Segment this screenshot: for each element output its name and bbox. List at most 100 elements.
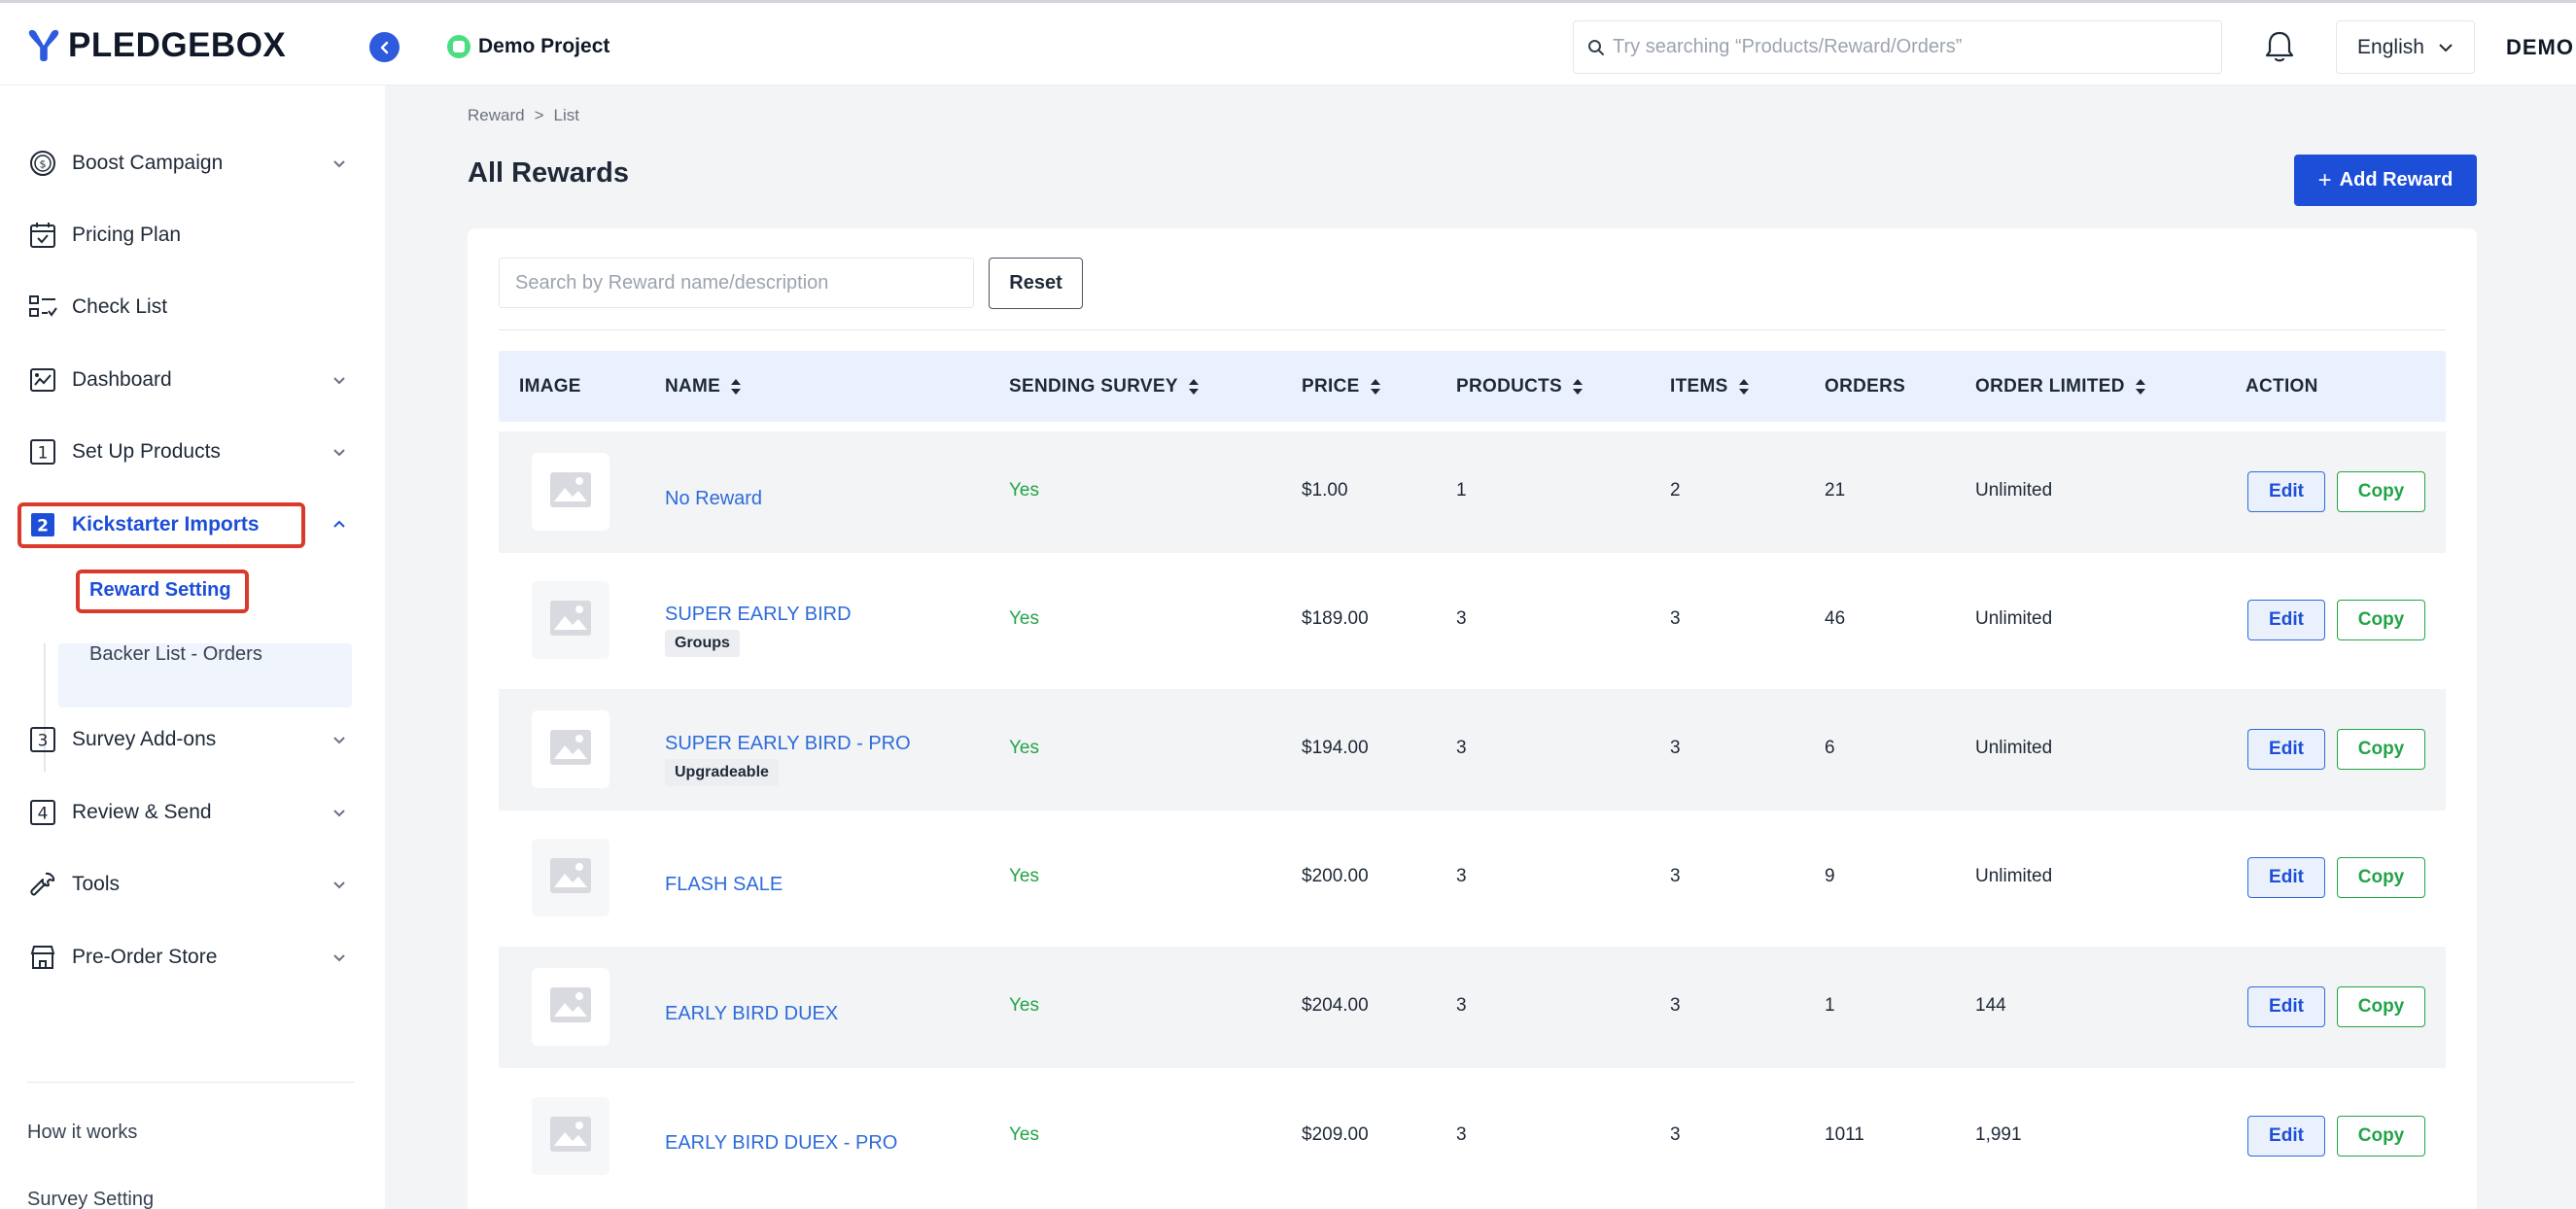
- price-value: $189.00: [1302, 608, 1369, 629]
- user-menu[interactable]: DEMO: [2506, 35, 2574, 60]
- column-header-order-limited[interactable]: ORDER LIMITED: [1975, 351, 2146, 422]
- sidebar-item-dashboard[interactable]: Dashboard: [27, 359, 348, 401]
- copy-button[interactable]: Copy: [2337, 1116, 2425, 1157]
- sidebar-item-boost-campaign[interactable]: $ Boost Campaign: [27, 142, 348, 185]
- orders-value: 1011: [1825, 1124, 1864, 1145]
- reward-name-link[interactable]: EARLY BIRD DUEX: [665, 1003, 838, 1025]
- table-row: SUPER EARLY BIRD Groups Yes $189.00 3 3 46 Unli…: [499, 560, 2446, 681]
- search-icon: [1588, 39, 1604, 55]
- sort-icon[interactable]: [2135, 377, 2146, 397]
- sidebar-item-label: Boost Campaign: [72, 152, 224, 174]
- sidebar-item-label: Review & Send: [72, 801, 212, 823]
- orders-value: 6: [1825, 738, 1835, 758]
- wrench-icon: [27, 869, 58, 900]
- sending-survey-value: Yes: [1009, 608, 1039, 629]
- image-placeholder-icon: [549, 600, 592, 641]
- column-header-products[interactable]: PRODUCTS: [1456, 351, 1584, 422]
- column-header-items[interactable]: ITEMS: [1670, 351, 1750, 422]
- notification-bell-icon[interactable]: [2262, 28, 2297, 65]
- breadcrumb-reward[interactable]: Reward: [468, 106, 525, 124]
- submenu-item-backer-list-orders[interactable]: Backer List - Orders: [89, 643, 262, 666]
- sidebar-item-check-list[interactable]: Check List: [27, 286, 348, 328]
- sidebar-item-survey-add-ons[interactable]: 3 Survey Add-ons: [27, 718, 348, 761]
- sending-survey-value: Yes: [1009, 738, 1039, 758]
- reward-image-placeholder: [532, 968, 609, 1046]
- calendar-check-icon: [27, 220, 58, 251]
- price-value: $204.00: [1302, 995, 1369, 1016]
- project-selector[interactable]: Demo Project: [447, 35, 609, 58]
- reward-name-link[interactable]: No Reward: [665, 488, 762, 510]
- image-placeholder-icon: [549, 857, 592, 899]
- copy-button[interactable]: Copy: [2337, 729, 2425, 770]
- svg-text:$: $: [40, 158, 47, 171]
- table-row: EARLY BIRD DUEX Yes $204.00 3 3 1 144 Edit Copy: [499, 947, 2446, 1068]
- copy-button[interactable]: Copy: [2337, 857, 2425, 898]
- edit-button[interactable]: Edit: [2247, 1116, 2325, 1157]
- chevron-down-icon: [2439, 43, 2453, 52]
- sort-icon[interactable]: [1188, 377, 1200, 397]
- global-search-input[interactable]: [1613, 36, 2196, 58]
- breadcrumb: Reward > List: [468, 106, 579, 125]
- sidebar-item-review-send[interactable]: 4 Review & Send: [27, 791, 348, 834]
- copy-button[interactable]: Copy: [2337, 471, 2425, 512]
- chevron-up-icon: [333, 520, 345, 528]
- chevron-down-icon: [333, 737, 345, 744]
- column-header-name[interactable]: NAME: [665, 351, 742, 422]
- chevron-down-icon: [333, 810, 345, 817]
- reward-name-link[interactable]: EARLY BIRD DUEX - PRO: [665, 1132, 897, 1155]
- products-value: 3: [1456, 995, 1467, 1016]
- sidebar-item-pricing-plan[interactable]: Pricing Plan: [27, 214, 348, 257]
- chart-icon: [27, 364, 58, 396]
- products-value: 3: [1456, 738, 1467, 758]
- svg-text:4: 4: [38, 805, 49, 824]
- edit-button[interactable]: Edit: [2247, 986, 2325, 1027]
- sort-icon[interactable]: [1738, 377, 1750, 397]
- chevron-down-icon: [333, 449, 345, 457]
- reward-search-input[interactable]: [499, 258, 974, 308]
- items-value: 3: [1670, 738, 1681, 758]
- global-search[interactable]: [1573, 20, 2222, 74]
- chevron-down-icon: [333, 954, 345, 962]
- orders-value: 46: [1825, 608, 1846, 629]
- sort-icon[interactable]: [1572, 377, 1584, 397]
- sort-icon[interactable]: [1370, 377, 1381, 397]
- column-header-price[interactable]: PRICE: [1302, 351, 1381, 422]
- image-placeholder-icon: [549, 471, 592, 513]
- collapse-sidebar-button[interactable]: [369, 32, 400, 62]
- reward-image-placeholder: [532, 839, 609, 916]
- column-header-sending-survey[interactable]: SENDING SURVEY: [1009, 351, 1200, 422]
- sidebar-item-set-up-products[interactable]: 1 Set Up Products: [27, 431, 348, 473]
- orders-value: 1: [1825, 995, 1835, 1016]
- sending-survey-value: Yes: [1009, 995, 1039, 1016]
- language-select[interactable]: English: [2336, 20, 2475, 74]
- reward-name-link[interactable]: SUPER EARLY BIRD - PRO: [665, 733, 911, 755]
- reward-tag-badge: Upgradeable: [665, 759, 779, 786]
- logo[interactable]: PLEDGEBOX: [25, 26, 286, 65]
- reset-button[interactable]: Reset: [989, 258, 1083, 309]
- sidebar-item-pre-order-store[interactable]: Pre-Order Store: [27, 936, 348, 979]
- table-row: FLASH SALE Yes $200.00 3 3 9 Unlimited Edit Copy: [499, 817, 2446, 939]
- edit-button[interactable]: Edit: [2247, 471, 2325, 512]
- add-reward-button[interactable]: + Add Reward: [2294, 155, 2477, 206]
- column-header-image: IMAGE: [519, 375, 581, 397]
- order-limited-value: Unlimited: [1975, 866, 2053, 886]
- svg-text:3: 3: [38, 732, 49, 751]
- edit-button[interactable]: Edit: [2247, 857, 2325, 898]
- sending-survey-value: Yes: [1009, 1124, 1039, 1145]
- reward-image-placeholder: [532, 581, 609, 659]
- breadcrumb-separator: >: [534, 106, 544, 124]
- sidebar-item-tools[interactable]: Tools: [27, 863, 348, 906]
- sort-icon[interactable]: [730, 377, 742, 397]
- edit-button[interactable]: Edit: [2247, 600, 2325, 640]
- copy-button[interactable]: Copy: [2337, 986, 2425, 1027]
- copy-button[interactable]: Copy: [2337, 600, 2425, 640]
- project-status-icon: [447, 35, 470, 58]
- sidebar-item-label: Check List: [72, 295, 168, 318]
- image-placeholder-icon: [549, 729, 592, 771]
- reward-name-link[interactable]: FLASH SALE: [665, 874, 783, 896]
- survey-setting-link[interactable]: Survey Setting: [27, 1189, 154, 1209]
- edit-button[interactable]: Edit: [2247, 729, 2325, 770]
- reward-name-link[interactable]: SUPER EARLY BIRD: [665, 604, 852, 626]
- how-it-works-link[interactable]: How it works: [27, 1122, 137, 1144]
- orders-value: 9: [1825, 866, 1835, 886]
